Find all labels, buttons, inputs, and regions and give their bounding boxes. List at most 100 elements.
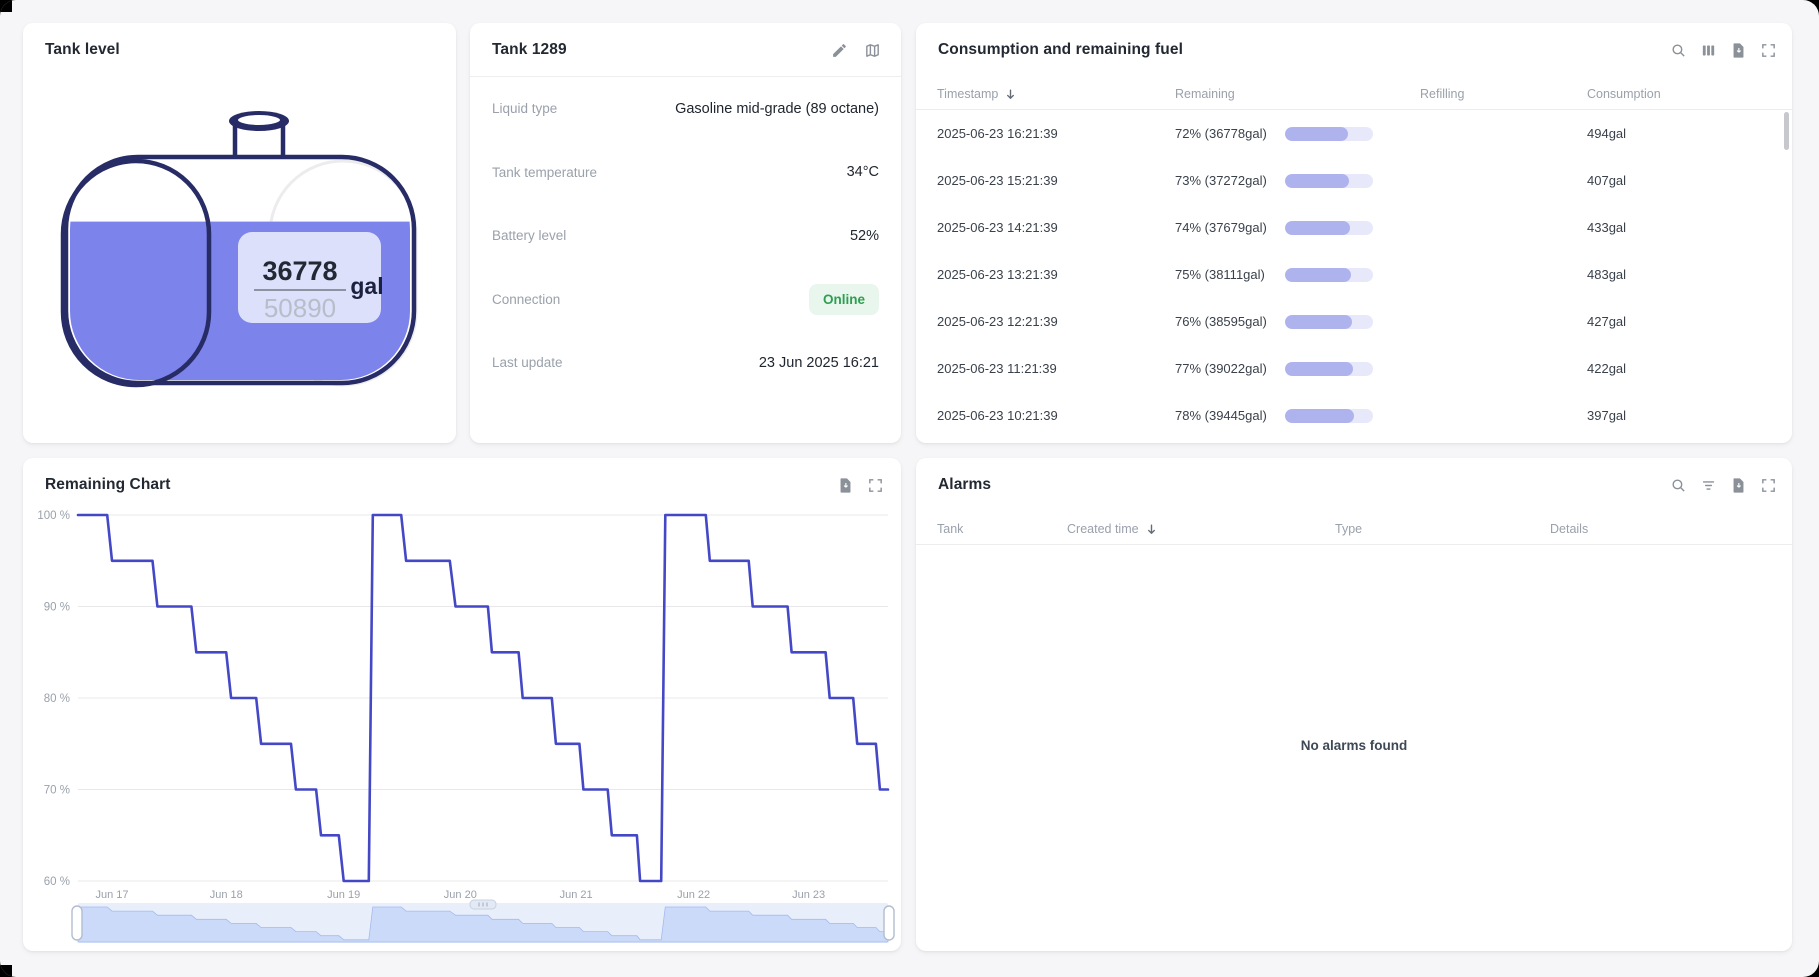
consumption-cell: 407gal — [1587, 173, 1627, 188]
remaining-cell: 73% (37272gal) — [1175, 173, 1420, 188]
x-axis-label: Jun 21 — [560, 889, 593, 901]
alarms-card: Alarms Tank Created time Type Details No al… — [916, 458, 1792, 951]
search-icon[interactable] — [1670, 477, 1687, 494]
tank-details-card: Tank 1289 Liquid type Gasoline mid-grade … — [470, 23, 901, 443]
timestamp-cell: 2025-06-23 12:21:39 — [937, 314, 1058, 329]
x-axis-label: Jun 18 — [210, 889, 243, 901]
remaining-progress-fill — [1285, 408, 1354, 423]
table-row[interactable]: 2025-06-23 13:21:39 75% (38111gal) 483gal — [916, 251, 1792, 298]
consumption-cell: 494gal — [1587, 126, 1627, 141]
detail-label: Tank temperature — [492, 164, 598, 180]
consumption-card: Consumption and remaining fuel Timestamp… — [916, 23, 1792, 443]
timestamp-cell: 2025-06-23 15:21:39 — [937, 173, 1058, 188]
consumption-cell: 397gal — [1587, 408, 1627, 423]
timestamp-cell: 2025-06-23 11:21:39 — [937, 361, 1057, 376]
consumption-cell: 433gal — [1587, 220, 1627, 235]
sort-desc-icon — [1007, 88, 1015, 99]
column-label: Type — [1335, 522, 1363, 536]
table-row[interactable]: 2025-06-23 16:21:39 72% (36778gal) 494gal — [916, 110, 1792, 157]
detail-value: 52% — [849, 227, 879, 244]
remaining-cell: 76% (38595gal) — [1175, 314, 1420, 329]
dashboard: Tank level 36778 50890 gal Tank 1289 Liq… — [0, 0, 1819, 977]
table-row[interactable]: 2025-06-23 11:21:39 77% (39022gal) 422gal — [916, 345, 1792, 392]
detail-label: Connection — [492, 291, 561, 307]
search-icon[interactable] — [1670, 42, 1687, 59]
brush-handle-left[interactable] — [71, 905, 83, 941]
fullscreen-icon[interactable] — [1760, 42, 1777, 59]
sort-desc-icon — [1147, 523, 1155, 534]
remaining-text: 74% (37679gal) — [1175, 220, 1267, 235]
column-label: Created time — [1067, 522, 1139, 536]
timestamp-cell: 2025-06-23 13:21:39 — [937, 267, 1058, 282]
tank-current-value: 36778 — [262, 256, 337, 286]
remaining-cell: 77% (39022gal) — [1175, 361, 1420, 376]
remaining-progress-bar — [1285, 314, 1373, 329]
column-header-tank[interactable]: Tank — [937, 522, 1067, 536]
y-axis-label: 100 % — [37, 510, 70, 522]
remaining-text: 75% (38111gal) — [1175, 267, 1265, 282]
column-header-details[interactable]: Details — [1550, 522, 1771, 536]
table-row[interactable]: 2025-06-23 15:21:39 73% (37272gal) 407gal — [916, 157, 1792, 204]
export-icon[interactable] — [1730, 42, 1747, 59]
x-axis-label: Jun 17 — [96, 889, 129, 901]
tank-unit-label: gal — [350, 273, 383, 299]
filter-icon[interactable] — [1700, 477, 1717, 494]
detail-row: Liquid type Gasoline mid-grade (89 octane… — [470, 77, 901, 141]
export-icon[interactable] — [1730, 477, 1747, 494]
no-alarms-message: No alarms found — [1300, 738, 1408, 753]
fullscreen-icon[interactable] — [1760, 477, 1777, 494]
column-header-type[interactable]: Type — [1335, 522, 1550, 536]
detail-row: Battery level 52% — [470, 204, 901, 268]
alarms-table-header: Tank Created time Type Details — [916, 514, 1792, 545]
consumption-table-header: Timestamp Remaining Refilling Consumption — [916, 79, 1792, 110]
remaining-progress-fill — [1285, 314, 1352, 329]
edit-icon[interactable] — [831, 42, 848, 59]
column-header-consumption[interactable]: Consumption — [1587, 87, 1771, 101]
column-header-refilling[interactable]: Refilling — [1420, 87, 1587, 101]
y-axis-label: 70 % — [44, 785, 70, 797]
x-axis-label: Jun 19 — [327, 889, 360, 901]
column-header-created-time[interactable]: Created time — [1067, 522, 1335, 537]
table-row[interactable]: 2025-06-23 14:21:39 74% (37679gal) 433gal — [916, 204, 1792, 251]
column-label: Timestamp — [937, 87, 999, 101]
remaining-progress-bar — [1285, 408, 1373, 423]
columns-icon[interactable] — [1700, 42, 1717, 59]
x-axis-label: Jun 20 — [444, 889, 477, 901]
detail-label: Liquid type — [492, 101, 558, 117]
brush-handle-right[interactable] — [883, 905, 895, 941]
remaining-progress-fill — [1285, 267, 1351, 282]
table-row[interactable]: 2025-06-23 10:21:39 78% (39445gal) 397gal — [916, 392, 1792, 439]
column-header-timestamp[interactable]: Timestamp — [937, 87, 1175, 102]
y-axis-label: 90 % — [44, 602, 70, 614]
y-axis-label: 60 % — [44, 876, 70, 888]
tank-capacity-value: 50890 — [264, 293, 336, 323]
details-header: Tank 1289 — [470, 23, 901, 77]
timestamp-cell: 2025-06-23 10:21:39 — [937, 408, 1058, 423]
timestamp-cell: 2025-06-23 14:21:39 — [937, 220, 1058, 235]
remaining-progress-fill — [1285, 126, 1349, 141]
map-icon[interactable] — [864, 42, 881, 59]
remaining-cell: 72% (36778gal) — [1175, 126, 1420, 141]
column-label: Details — [1550, 522, 1589, 536]
remaining-progress-fill — [1285, 220, 1351, 235]
remaining-progress-bar — [1285, 220, 1373, 235]
consumption-title: Consumption and remaining fuel — [938, 41, 1183, 58]
column-label: Remaining — [1175, 87, 1235, 101]
remaining-cell: 75% (38111gal) — [1175, 267, 1420, 282]
scrollbar-thumb[interactable] — [1784, 112, 1789, 150]
column-header-remaining[interactable]: Remaining — [1175, 87, 1420, 101]
consumption-table-body: 2025-06-23 16:21:39 72% (36778gal) 494gal 2… — [916, 110, 1792, 439]
x-axis-label: Jun 22 — [677, 889, 710, 901]
detail-row: Tank temperature 34°C — [470, 141, 901, 205]
detail-row: Connection Online — [470, 268, 901, 332]
column-label: Consumption — [1587, 87, 1661, 101]
status-badge: Online — [808, 283, 879, 315]
tank-name-title: Tank 1289 — [492, 41, 567, 58]
remaining-progress-bar — [1285, 267, 1373, 282]
remaining-text: 77% (39022gal) — [1175, 361, 1267, 376]
remaining-progress-bar — [1285, 173, 1373, 188]
table-row[interactable]: 2025-06-23 12:21:39 76% (38595gal) 427gal — [916, 298, 1792, 345]
remaining-text: 72% (36778gal) — [1175, 126, 1267, 141]
remaining-line-chart: 100 % 90 % 80 % 70 % 60 % Jun 17 Jun 18 Jun 19 J… — [37, 510, 895, 943]
detail-label: Last update — [492, 355, 563, 371]
